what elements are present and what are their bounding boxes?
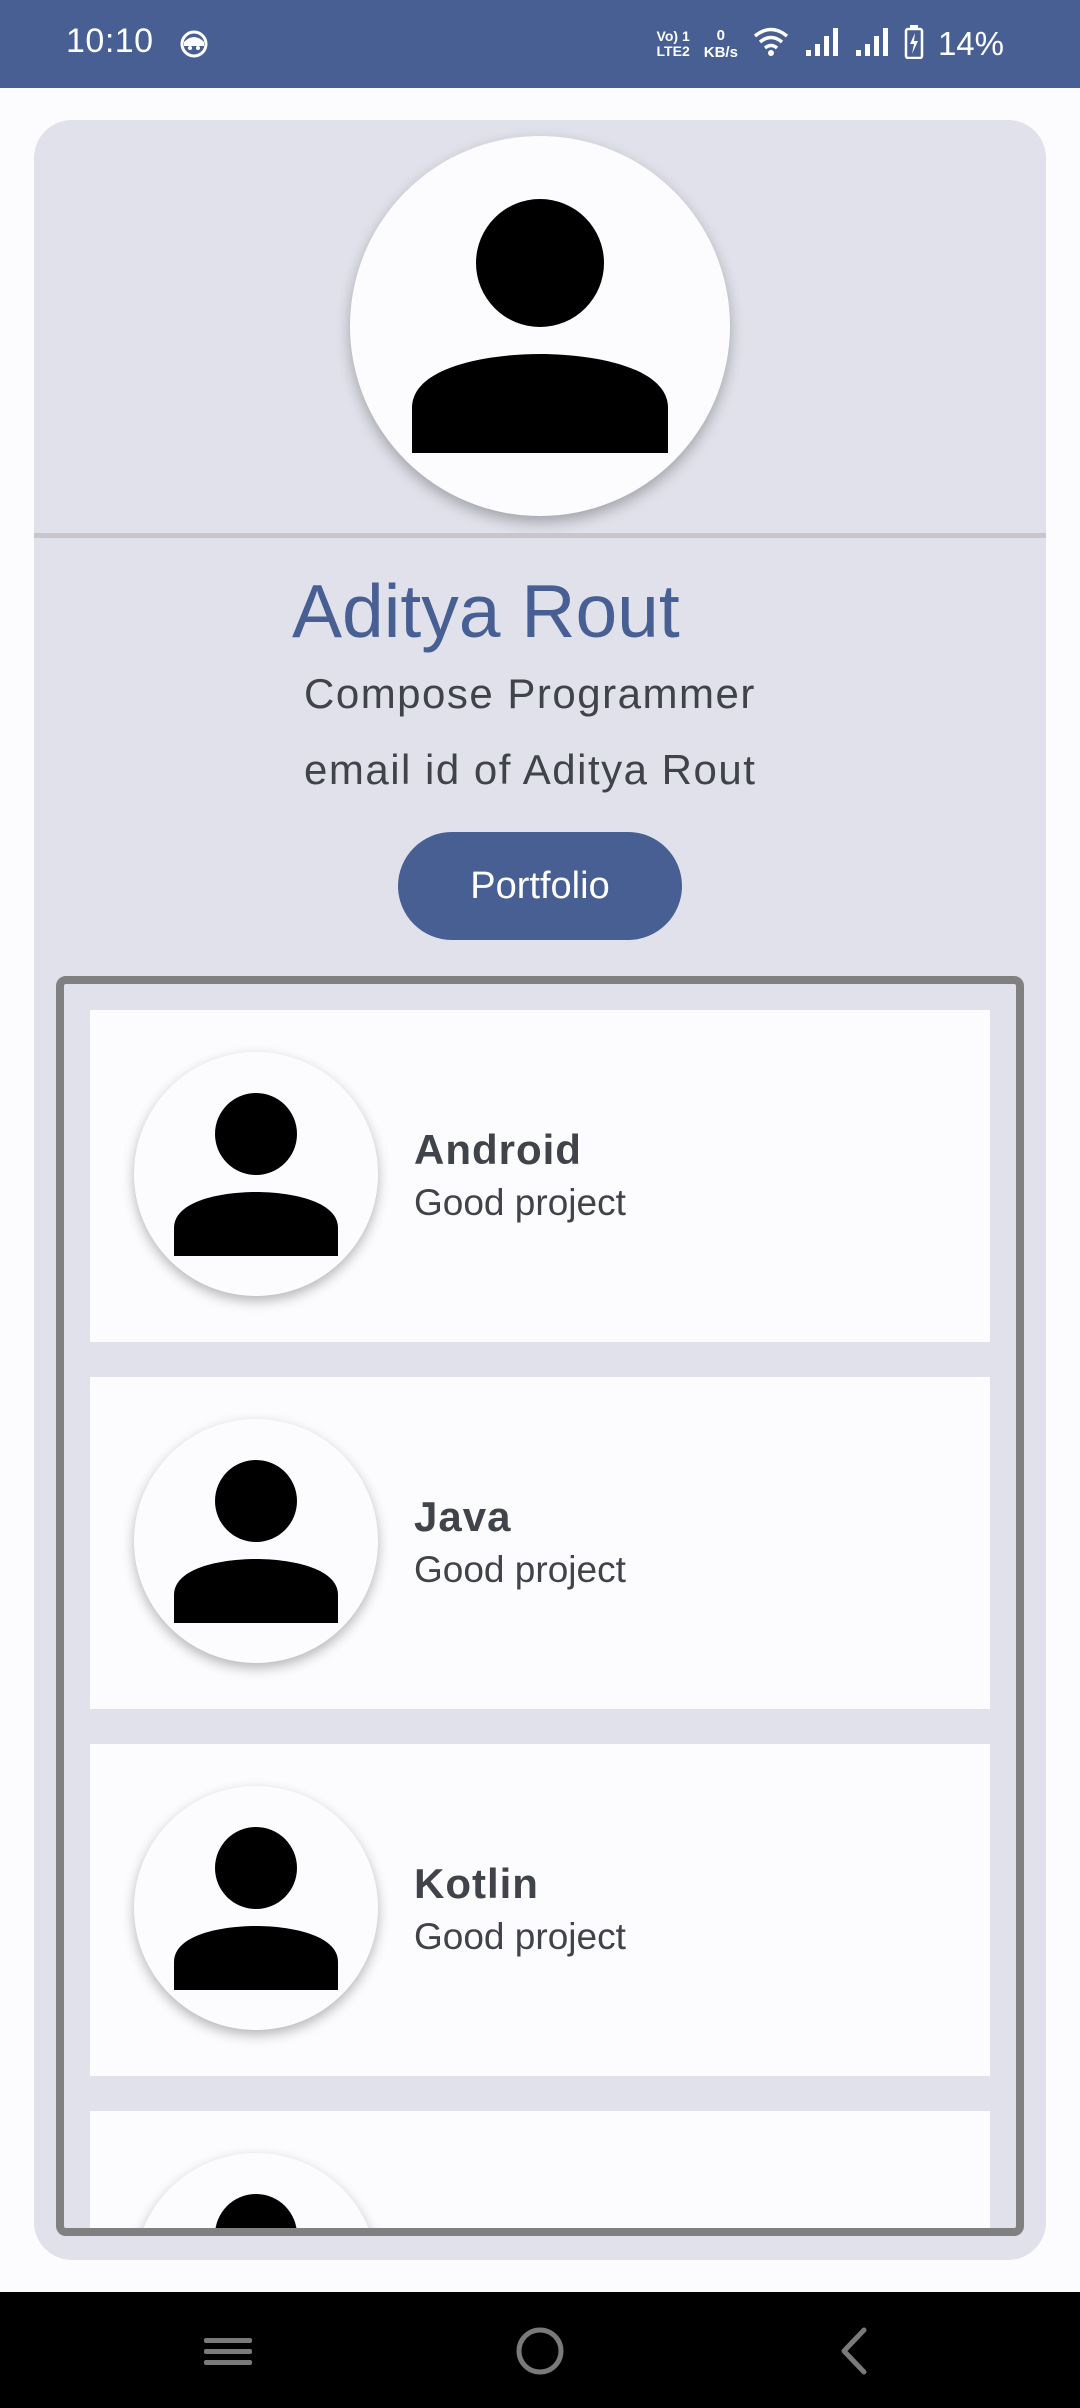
battery-charging-icon (904, 24, 924, 64)
project-title: Java (414, 1493, 512, 1540)
person-icon (174, 1460, 338, 1623)
project-list-container[interactable]: Android Good project Java Good project K… (56, 976, 1024, 2236)
profile-email: email id of Aditya Rout (304, 746, 757, 793)
signal-icon (854, 26, 890, 63)
signal-icon (804, 26, 840, 63)
project-avatar (134, 2153, 378, 2228)
portfolio-button[interactable]: Portfolio (398, 832, 682, 940)
project-item-kotlin[interactable]: Kotlin Good project (90, 1744, 990, 2076)
project-item-java[interactable]: Java Good project (90, 1377, 990, 1709)
profile-name: Aditya Rout (292, 569, 680, 653)
status-time: 10:10 (66, 22, 154, 60)
person-icon (174, 1827, 338, 1990)
person-icon (215, 2194, 297, 2228)
project-title: Kotlin (414, 1860, 539, 1907)
project-item-partial[interactable] (90, 2111, 990, 2228)
profile-card: Aditya Rout Compose Programmer email id … (34, 120, 1046, 2260)
person-icon (174, 1093, 338, 1256)
network-speed: 0 KB/s (703, 27, 738, 61)
battery-percent: 14% (937, 25, 1004, 62)
project-description: Good project (414, 1549, 626, 1590)
status-icons: Vo) 1 LTE2 0 KB/s 14% (657, 22, 1004, 66)
status-bar: 10:10 Vo) 1 LTE2 0 KB/s 14% (0, 0, 1080, 88)
menu-icon[interactable] (202, 2320, 254, 2385)
home-icon[interactable] (514, 2320, 566, 2385)
app-notification-icon (178, 28, 210, 65)
profile-role: Compose Programmer (304, 670, 756, 717)
project-title: Android (414, 1126, 582, 1173)
project-description: Good project (414, 1916, 626, 1957)
project-item-android[interactable]: Android Good project (90, 1010, 990, 1342)
project-list: Android Good project Java Good project K… (90, 1010, 990, 2228)
project-avatar (134, 1786, 378, 2030)
project-avatar (134, 1052, 378, 1296)
person-icon (412, 199, 668, 453)
project-description: Good project (414, 1182, 626, 1223)
wifi-icon (752, 26, 790, 63)
volte-indicator: Vo) 1 LTE2 (656, 28, 690, 59)
divider (34, 533, 1046, 538)
profile-avatar (350, 136, 730, 516)
navigation-bar (0, 2292, 1080, 2408)
project-avatar (134, 1419, 378, 1663)
back-icon[interactable] (828, 2320, 880, 2385)
